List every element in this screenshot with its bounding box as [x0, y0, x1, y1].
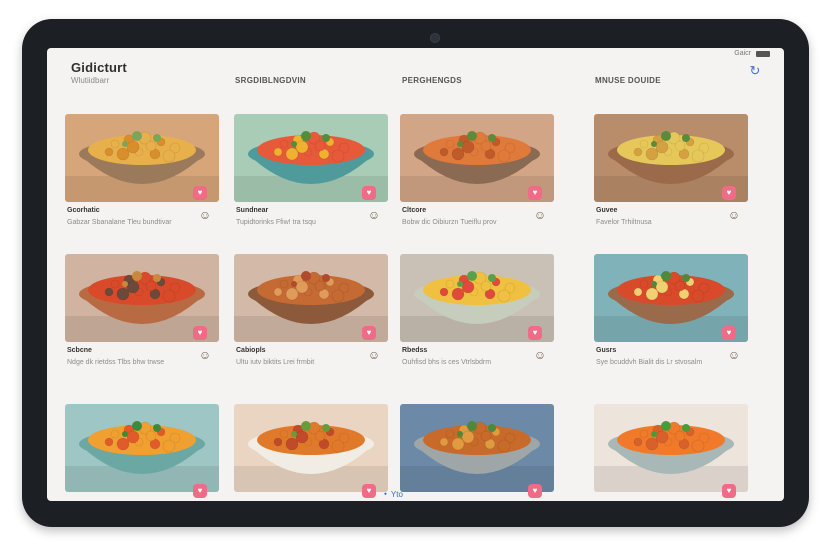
favorite-heart-icon[interactable]: ♥ [362, 186, 376, 200]
recipe-title: Scbcne [67, 347, 92, 354]
column-header-2: SRGDIBLNGDVIN [235, 76, 307, 85]
tablet-frame: Gidicturt Wlutiidbarr SRGDIBLNGDVIN PERG… [22, 19, 809, 527]
recipe-card[interactable]: Sundnear Tupidtorinks Ffiw! tra tsqu ♥ ☺ [234, 114, 388, 226]
food-bowl-illustration [234, 404, 388, 492]
chef-avatar-icon: ☺ [533, 348, 547, 362]
recipe-photo [400, 404, 554, 492]
favorite-heart-icon[interactable]: ♥ [362, 484, 376, 498]
recipe-description: Gabzar Sbanalane Tleu bundtivar [67, 219, 172, 226]
status-bar: Gaicr [734, 50, 770, 57]
recipe-title: Gcorhatic [67, 207, 100, 214]
recipe-card[interactable]: Gusrs Sye bcuddvh Bialit dis Lr stvosalm ♥… [594, 254, 748, 366]
favorite-heart-icon[interactable]: ♥ [528, 484, 542, 498]
recipe-card[interactable]: Cabiopls Ultu iutv biktits Lrei frmbit ♥ ☺ [234, 254, 388, 366]
bottom-nav-label: Yto [390, 489, 403, 499]
recipe-description: Tupidtorinks Ffiw! tra tsqu [236, 219, 316, 226]
recipe-card[interactable]: ♥ [65, 404, 219, 498]
recipe-card[interactable]: ♥ [234, 404, 388, 498]
recipe-card[interactable]: Scbcne Ndge dk rietdss Tlbs bhw trwse ♥ ☺ [65, 254, 219, 366]
recipe-title: Guvee [596, 207, 618, 214]
recipe-card[interactable]: Guvee Favelor Trhiltnusa ♥ ☺ [594, 114, 748, 226]
recipe-description: Ndge dk rietdss Tlbs bhw trwse [67, 359, 165, 366]
recipe-description: Bobw dic Oibiurzn Tueiflu prov [402, 219, 497, 226]
column-header-3: PERGHENGDS [402, 76, 462, 85]
column-header-4: MNUSE DOUIDE [595, 76, 661, 85]
favorite-heart-icon[interactable]: ♥ [722, 186, 736, 200]
favorite-heart-icon[interactable]: ♥ [722, 326, 736, 340]
recipe-photo [594, 404, 748, 492]
recipe-description: Ultu iutv biktits Lrei frmbit [236, 359, 315, 366]
favorite-heart-icon[interactable]: ♥ [528, 326, 542, 340]
app-subtitle: Wlutiidbarr [71, 76, 110, 85]
recipe-title: Gusrs [596, 347, 617, 354]
recipe-photo [65, 404, 219, 492]
battery-icon [756, 50, 770, 57]
food-bowl-illustration [65, 404, 219, 492]
recipe-description: Sye bcuddvh Bialit dis Lr stvosalm [596, 359, 703, 366]
recipe-card[interactable]: ♥ [594, 404, 748, 498]
front-camera [430, 33, 440, 43]
favorite-heart-icon[interactable]: ♥ [193, 484, 207, 498]
refresh-icon[interactable]: ↻ [748, 64, 762, 78]
app-screen: Gidicturt Wlutiidbarr SRGDIBLNGDVIN PERG… [47, 48, 784, 501]
home-indicator-icon: ⬩ [384, 489, 387, 498]
recipe-title: Cabiopls [236, 347, 266, 354]
food-bowl-illustration [400, 404, 554, 492]
app-title: Gidicturt [71, 60, 127, 75]
recipe-description: Ouhfisd bhs is ces Vtrlsbdrm [402, 359, 492, 366]
favorite-heart-icon[interactable]: ♥ [722, 484, 736, 498]
recipe-card[interactable]: Rbedss Ouhfisd bhs is ces Vtrlsbdrm ♥ ☺ [400, 254, 554, 366]
bottom-nav[interactable]: ⬩ Yto [384, 489, 403, 499]
chef-avatar-icon: ☺ [198, 208, 212, 222]
chef-avatar-icon: ☺ [367, 208, 381, 222]
recipe-title: Rbedss [402, 347, 428, 354]
recipe-title: Sundnear [236, 207, 269, 214]
food-bowl-illustration [594, 404, 748, 492]
chef-avatar-icon: ☺ [367, 348, 381, 362]
favorite-heart-icon[interactable]: ♥ [362, 326, 376, 340]
chef-avatar-icon: ☺ [727, 208, 741, 222]
favorite-heart-icon[interactable]: ♥ [193, 326, 207, 340]
status-text: Gaicr [734, 50, 751, 57]
recipe-card[interactable]: ♥ [400, 404, 554, 498]
chef-avatar-icon: ☺ [198, 348, 212, 362]
recipe-description: Favelor Trhiltnusa [596, 219, 652, 226]
favorite-heart-icon[interactable]: ♥ [528, 186, 542, 200]
favorite-heart-icon[interactable]: ♥ [193, 186, 207, 200]
recipe-card[interactable]: Gcorhatic Gabzar Sbanalane Tleu bundtivar… [65, 114, 219, 226]
recipe-card[interactable]: Cltcore Bobw dic Oibiurzn Tueiflu prov ♥ ☺ [400, 114, 554, 226]
recipe-title: Cltcore [402, 207, 427, 214]
recipe-photo [234, 404, 388, 492]
chef-avatar-icon: ☺ [533, 208, 547, 222]
chef-avatar-icon: ☺ [727, 348, 741, 362]
